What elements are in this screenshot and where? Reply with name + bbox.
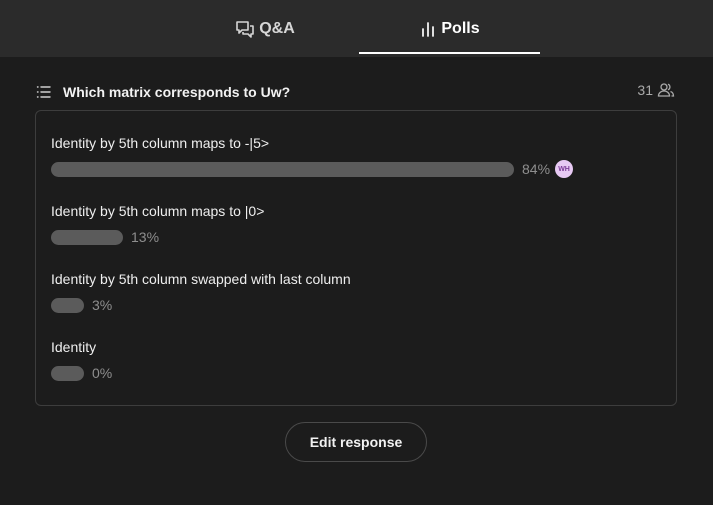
- poll-option-bar: [51, 229, 123, 245]
- poll-option-label: Identity by 5th column maps to |0>: [51, 203, 265, 219]
- poll-option: Identity by 5th column swapped with last…: [51, 271, 666, 321]
- respondent-count-value: 31: [637, 82, 653, 98]
- poll-header: Which matrix corresponds to Uw? 31: [36, 80, 677, 104]
- poll-option-bar-row: 3%: [51, 297, 666, 313]
- poll-option-bar: [51, 161, 514, 177]
- poll-option: Identity 0%: [51, 339, 666, 389]
- tab-polls[interactable]: Polls: [359, 0, 540, 57]
- poll-results-card: Identity by 5th column maps to -|5> 84% …: [35, 110, 677, 406]
- poll-option: Identity by 5th column maps to |0> 13%: [51, 203, 666, 253]
- edit-response-button[interactable]: Edit response: [285, 422, 427, 462]
- poll-option-percent: 13%: [131, 229, 160, 245]
- poll-option-percent: 3%: [92, 297, 113, 313]
- tab-qa-label: Q&A: [259, 19, 295, 37]
- chat-bubbles-icon: [235, 20, 255, 38]
- list-icon: [36, 85, 52, 99]
- poll-option-bar: [51, 365, 84, 381]
- tab-qa[interactable]: Q&A: [180, 0, 350, 57]
- poll-option-bar-row: 13%: [51, 229, 666, 245]
- poll-option: Identity by 5th column maps to -|5> 84% …: [51, 135, 666, 185]
- people-icon: [657, 82, 675, 98]
- poll-option-bar: [51, 297, 84, 313]
- poll-option-percent: 84%: [522, 161, 551, 177]
- poll-option-bar-row: 0%: [51, 365, 666, 381]
- poll-option-label: Identity by 5th column maps to -|5>: [51, 135, 270, 151]
- respondent-count: 31: [637, 82, 675, 98]
- poll-option-label: Identity: [51, 339, 97, 355]
- poll-option-label: Identity by 5th column swapped with last…: [51, 271, 351, 287]
- bar-chart-icon: [419, 20, 437, 38]
- poll-question: Which matrix corresponds to Uw?: [63, 84, 291, 100]
- tab-polls-label: Polls: [441, 19, 480, 37]
- avatar: WH: [555, 160, 574, 178]
- poll-option-percent: 0%: [92, 365, 113, 381]
- tab-bar: Q&A Polls: [0, 0, 713, 57]
- poll-option-bar-row: 84% WH: [51, 160, 666, 178]
